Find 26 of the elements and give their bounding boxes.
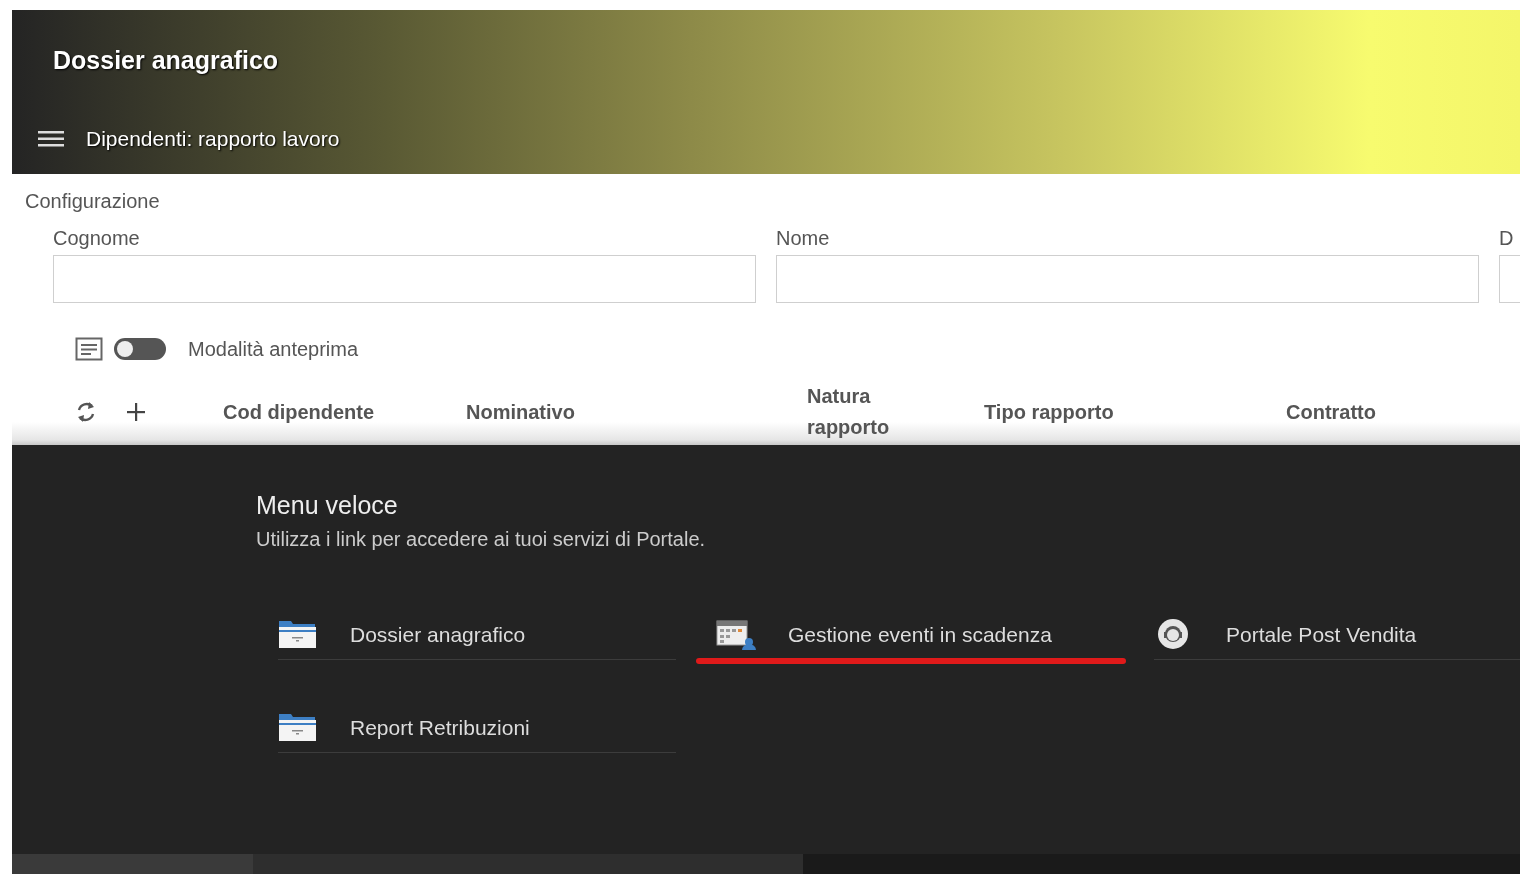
add-icon[interactable] xyxy=(126,402,146,422)
quick-menu-link[interactable]: Gestione eventi in scadenza xyxy=(716,612,1114,658)
input-field[interactable] xyxy=(53,255,756,303)
quick-menu-link[interactable]: Portale Post Vendita xyxy=(1154,612,1520,658)
document-icon xyxy=(75,337,103,361)
toggle-switch[interactable] xyxy=(114,338,166,360)
column-header[interactable]: Cod dipendente xyxy=(223,396,466,428)
column-header[interactable]: Contratto xyxy=(1286,396,1486,428)
field-label: Cognome xyxy=(53,227,141,250)
quick-menu-link[interactable]: Report Retribuzioni xyxy=(278,705,676,751)
input-field[interactable] xyxy=(776,255,1479,303)
page-subtitle: Dipendenti: rapporto lavoro xyxy=(86,127,340,151)
menu-icon[interactable] xyxy=(38,130,64,148)
section-title: Configurazione xyxy=(25,190,160,213)
column-header[interactable]: Nominativo xyxy=(466,396,807,428)
calendar-person-icon xyxy=(716,618,756,652)
quick-menu-subtitle: Utilizza i link per accedere ai tuoi servizi di Portale. xyxy=(256,528,706,551)
quick-menu-title: Menu veloce xyxy=(256,491,398,520)
field-label: D xyxy=(1499,227,1515,250)
quick-menu-link[interactable]: Dossier anagrafico xyxy=(278,612,676,658)
column-header[interactable]: Natura rapporto xyxy=(807,381,927,443)
page-title: Dossier anagrafico xyxy=(53,46,279,75)
column-header[interactable]: Tipo rapporto xyxy=(984,396,1286,428)
refresh-icon[interactable] xyxy=(75,400,97,424)
field-label: Nome xyxy=(776,227,831,250)
toggle-label: Modalità anteprima xyxy=(188,337,359,361)
